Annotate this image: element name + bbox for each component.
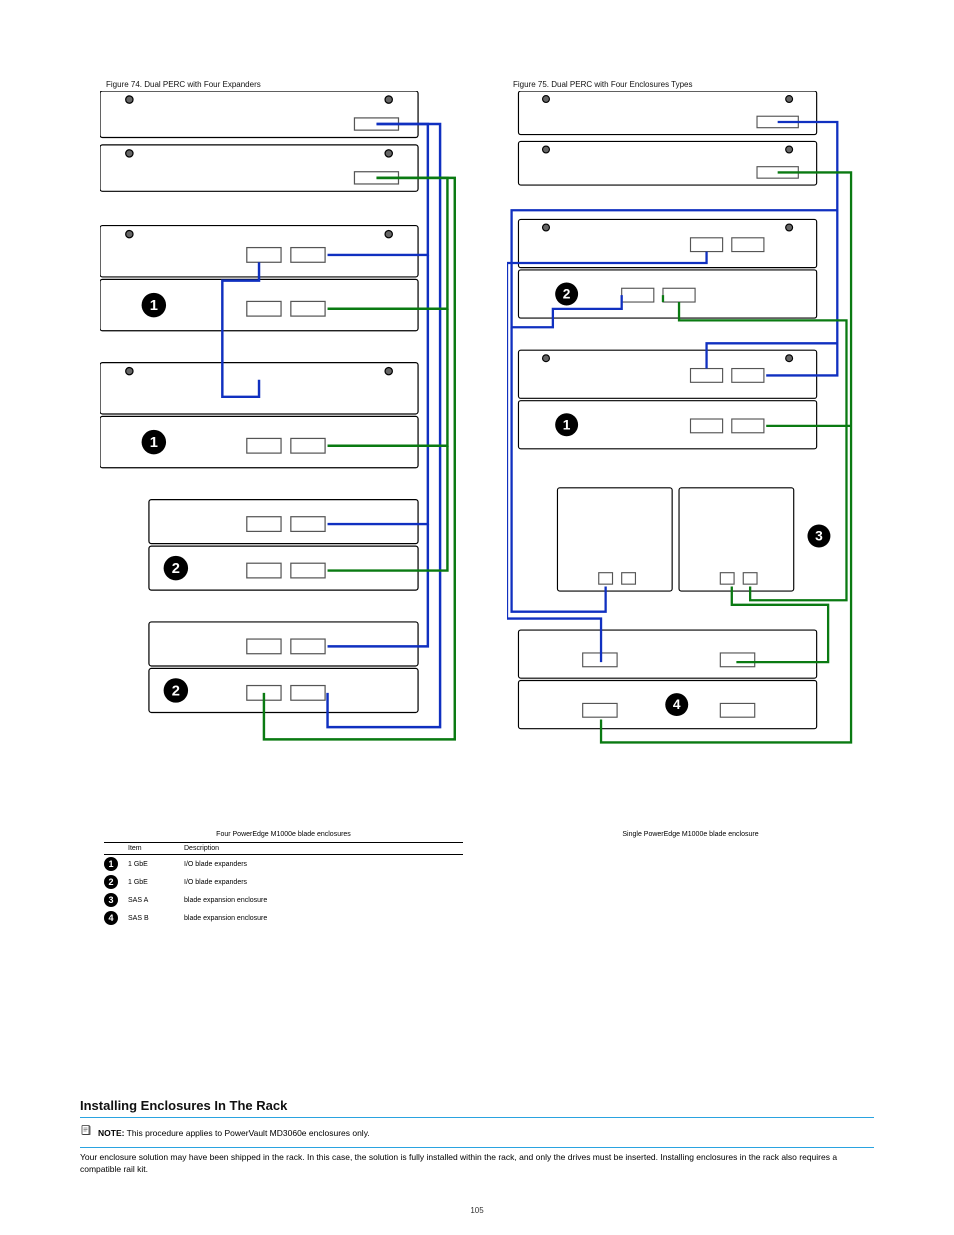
bottom-section: Installing Enclosures In The Rack NOTE: …	[80, 1080, 874, 1175]
note-text: NOTE: This procedure applies to PowerVau…	[98, 1128, 370, 1139]
page: Figure 74. Dual PERC with Four Expanders	[0, 0, 954, 1235]
legend-desc: blade expansion enclosure	[184, 897, 463, 904]
figure-left: Figure 74. Dual PERC with Four Expanders	[100, 80, 467, 927]
callout-r3: 3	[815, 529, 823, 544]
page-number: 105	[0, 1206, 954, 1215]
legend-item: 1 GbE	[128, 879, 174, 886]
figure-columns: Figure 74. Dual PERC with Four Expanders	[0, 0, 954, 927]
note-icon	[80, 1124, 92, 1136]
note-block: NOTE: This procedure applies to PowerVau…	[80, 1124, 874, 1148]
figure-left-caption: Four PowerEdge M1000e blade enclosures	[100, 831, 467, 838]
legend-item: SAS B	[128, 915, 174, 922]
legend-header-desc: Description	[184, 845, 219, 852]
figure-right-title: Figure 75. Dual PERC with Four Enclosure…	[513, 80, 874, 89]
legend-bullet: 3	[104, 893, 118, 907]
callout-2b: 2	[172, 683, 180, 699]
legend-item: SAS A	[128, 897, 174, 904]
figure-right: Figure 75. Dual PERC with Four Enclosure…	[507, 80, 874, 927]
callout-r2: 1	[563, 417, 571, 432]
legend-bullet: 4	[104, 911, 118, 925]
legend-row: 2 1 GbE I/O blade expanders	[104, 873, 463, 891]
callout-r1: 2	[563, 287, 571, 302]
note-body: This procedure applies to PowerVault MD3…	[127, 1128, 370, 1138]
callout-1a: 1	[150, 298, 158, 314]
figure-right-svg: 2 1 3	[507, 91, 874, 825]
callout-r4: 4	[673, 697, 681, 712]
legend-row: 4 SAS B blade expansion enclosure	[104, 909, 463, 927]
legend-row: 1 1 GbE I/O blade expanders	[104, 855, 463, 873]
callout-2a: 2	[172, 561, 180, 577]
legend-desc: blade expansion enclosure	[184, 915, 463, 922]
note-label: NOTE:	[98, 1128, 124, 1138]
legend-item: 1 GbE	[128, 861, 174, 868]
legend-bullet: 2	[104, 875, 118, 889]
section-body: Your enclosure solution may have been sh…	[80, 1152, 874, 1175]
section-heading: Installing Enclosures In The Rack	[80, 1098, 874, 1118]
legend-header-item: Item	[128, 845, 174, 852]
callout-1b: 1	[150, 435, 158, 451]
legend-desc: I/O blade expanders	[184, 879, 463, 886]
figure-left-title: Figure 74. Dual PERC with Four Expanders	[106, 80, 467, 89]
legend-row: 3 SAS A blade expansion enclosure	[104, 891, 463, 909]
legend-table: Item Description 1 1 GbE I/O blade expan…	[104, 842, 463, 927]
figure-left-svg: 1 1 2	[100, 91, 467, 825]
legend-desc: I/O blade expanders	[184, 861, 463, 868]
legend-bullet: 1	[104, 857, 118, 871]
figure-right-caption: Single PowerEdge M1000e blade enclosure	[507, 831, 874, 838]
legend-header: Item Description	[104, 843, 463, 855]
